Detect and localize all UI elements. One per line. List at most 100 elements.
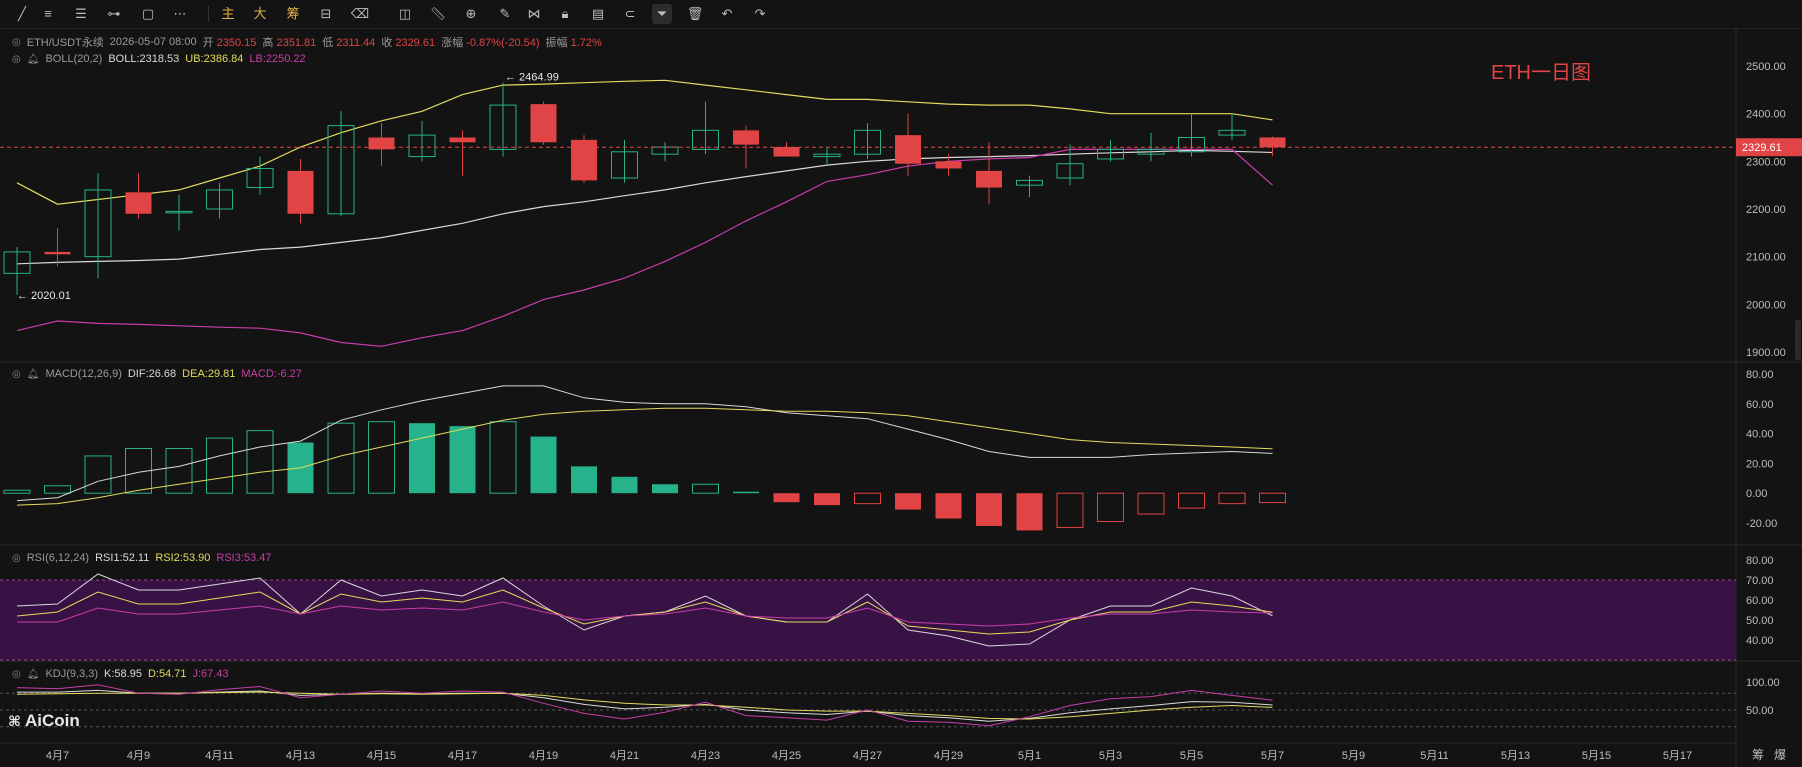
boll-ub-value: UB:2386.84 [185,53,244,65]
boll-value: BOLL:2318.53 [108,53,180,65]
chips-button[interactable]: 筹 [1752,746,1764,763]
j-value: J:67.43 [192,668,229,680]
liquidation-button[interactable]: 爆 [1774,746,1786,763]
fib-icon[interactable]: ⊶ [104,4,124,24]
macd-histogram-bar [409,423,435,494]
datetime-label: 2026-05-07 08:00 [109,36,197,48]
open-label: 开 [202,37,214,49]
price-tick-label: 2100.00 [1746,252,1786,264]
crop-icon[interactable]: ◫ [395,4,415,24]
candle-body-down [1259,137,1286,148]
pattern-icon[interactable]: ⋈ [524,4,544,24]
low-annotation: ← 2020.01 [17,290,71,302]
kdj-name: KDJ(9,3,3) [45,668,99,680]
change-label: 涨幅 [441,37,464,49]
kdj-legend: ◎ 🔔︎ KDJ(9,3,3) K:58.95 D:54.71 J:67.43 [12,668,229,680]
last-price-label: 2329.61 [1742,142,1782,154]
price-tick-label: 2300.00 [1746,156,1786,168]
macd-tick-label: 20.00 [1746,458,1774,470]
macd-histogram-bar [571,466,597,494]
kdj-k-line [17,689,1273,722]
magnet-icon[interactable]: ⊂ [620,4,640,24]
collapse-icon[interactable]: ◎ [12,669,21,680]
boll-lb-value: LB:2250.22 [249,53,306,65]
candle-body-down [976,170,1002,188]
time-tick-label: 4月7 [46,750,69,762]
time-tick-label: 5月17 [1663,750,1692,762]
macd-histogram-bar [206,437,233,494]
hide-indicators-icon[interactable]: ⊟ [316,4,336,24]
zoom-icon[interactable]: ⊕ [461,4,481,24]
macd-tick-label: -20.00 [1746,518,1777,530]
macd-histogram-bar [1137,492,1165,515]
dots-menu-icon[interactable]: ⋯ [170,4,190,24]
high-value: 2351.81 [276,37,317,49]
time-tick-label: 4月25 [772,750,801,762]
large-trades-button[interactable]: 大 [250,4,270,24]
amp-label: 振幅 [545,37,568,49]
undo-icon[interactable]: ↶ [717,4,737,24]
trash-icon[interactable]: 🗑︎ [685,4,705,24]
bell-icon[interactable]: 🔔︎ [27,369,40,380]
macd-histogram-bar [1218,492,1246,505]
macd-histogram-bar [1056,492,1084,528]
dea-value: DEA:29.81 [182,368,236,380]
time-tick-label: 4月11 [205,750,234,762]
lock-icon[interactable]: 🔒︎ [555,4,575,24]
open-value: 2350.15 [216,37,257,49]
time-tick-label: 4月13 [286,750,315,762]
candle-body-down [935,161,962,169]
macd-histogram-bar [611,476,638,494]
rsi3-value: RSI3:53.47 [216,552,272,564]
macd-histogram-bar [976,493,1002,526]
collapse-icon[interactable]: ◎ [12,369,21,380]
price-tick-label: 2500.00 [1746,61,1786,73]
bell-icon[interactable]: 🔔︎ [27,669,40,680]
low-label: 低 [322,37,334,49]
macd-histogram-bar [489,421,517,494]
macd-histogram-bar [733,491,759,494]
macd-histogram-bar [449,426,476,494]
collapse-icon[interactable]: ◎ [12,54,21,65]
ruler-icon[interactable]: 📏︎ [428,4,448,24]
horizontal-line-icon[interactable]: ≡ [38,4,58,24]
parallel-lines-icon[interactable]: ☰ [71,4,91,24]
time-tick-label: 4月15 [367,750,396,762]
candle-body-down [530,104,557,143]
edit-icon[interactable]: ✎ [495,4,515,24]
kdj-j-line [16,684,1273,727]
redo-icon[interactable]: ↷ [750,4,770,24]
macd-histogram-bar [814,493,840,506]
eraser-icon[interactable]: ⌫ [350,4,370,24]
bell-icon[interactable]: 🔔︎ [27,54,40,65]
close-value: 2329.61 [395,37,436,49]
rsi-tick-label: 80.00 [1746,555,1774,567]
time-tick-label: 5月9 [1342,750,1365,762]
note-icon[interactable]: ▤ [588,4,608,24]
rectangle-icon[interactable]: ▢ [138,4,158,24]
candle-body-down [125,192,152,214]
drawing-toolbar: ╱ ≡ ☰ ⊶ ▢ ⋯ 主大筹 ⊟ ⌫ ◫ 📏︎ ⊕ ✎ ⋈ 🔒︎ ▤ ⊂ ⏷ 🗑︎ ↶ ↷ [0,0,1802,29]
macd-histogram-bar [692,483,719,494]
price-tick-label: 2000.00 [1746,299,1786,311]
time-tick-label: 4月23 [691,750,720,762]
price-tick-label: 2400.00 [1746,109,1786,121]
macd-histogram-bar [854,492,881,505]
candle-body-down [449,137,476,143]
trend-line-icon[interactable]: ╱ [12,4,32,24]
aicoin-logo-icon: ⌘ [8,712,21,729]
collapse-icon[interactable]: ◎ [12,37,21,48]
time-tick-label: 5月5 [1180,750,1203,762]
time-tick-label: 4月29 [934,750,963,762]
chart-canvas[interactable]: 1900.00 2000.00 2100.00 2200.00 2300.00 2400.… [0,28,1802,767]
d-value: D:54.71 [147,668,187,680]
collapse-icon[interactable]: ◎ [12,553,21,564]
macd-histogram-bar [1016,493,1043,531]
main-chart-button[interactable]: 主 [218,4,238,24]
boll-middle-line [16,149,1273,265]
macd-histogram-bar [44,485,71,494]
macd-dif-line [16,385,1273,502]
chips-distribution-button[interactable]: 筹 [283,4,303,24]
kdj-tick-label: 100.00 [1746,677,1780,689]
filter-icon[interactable]: ⏷ [652,4,672,24]
